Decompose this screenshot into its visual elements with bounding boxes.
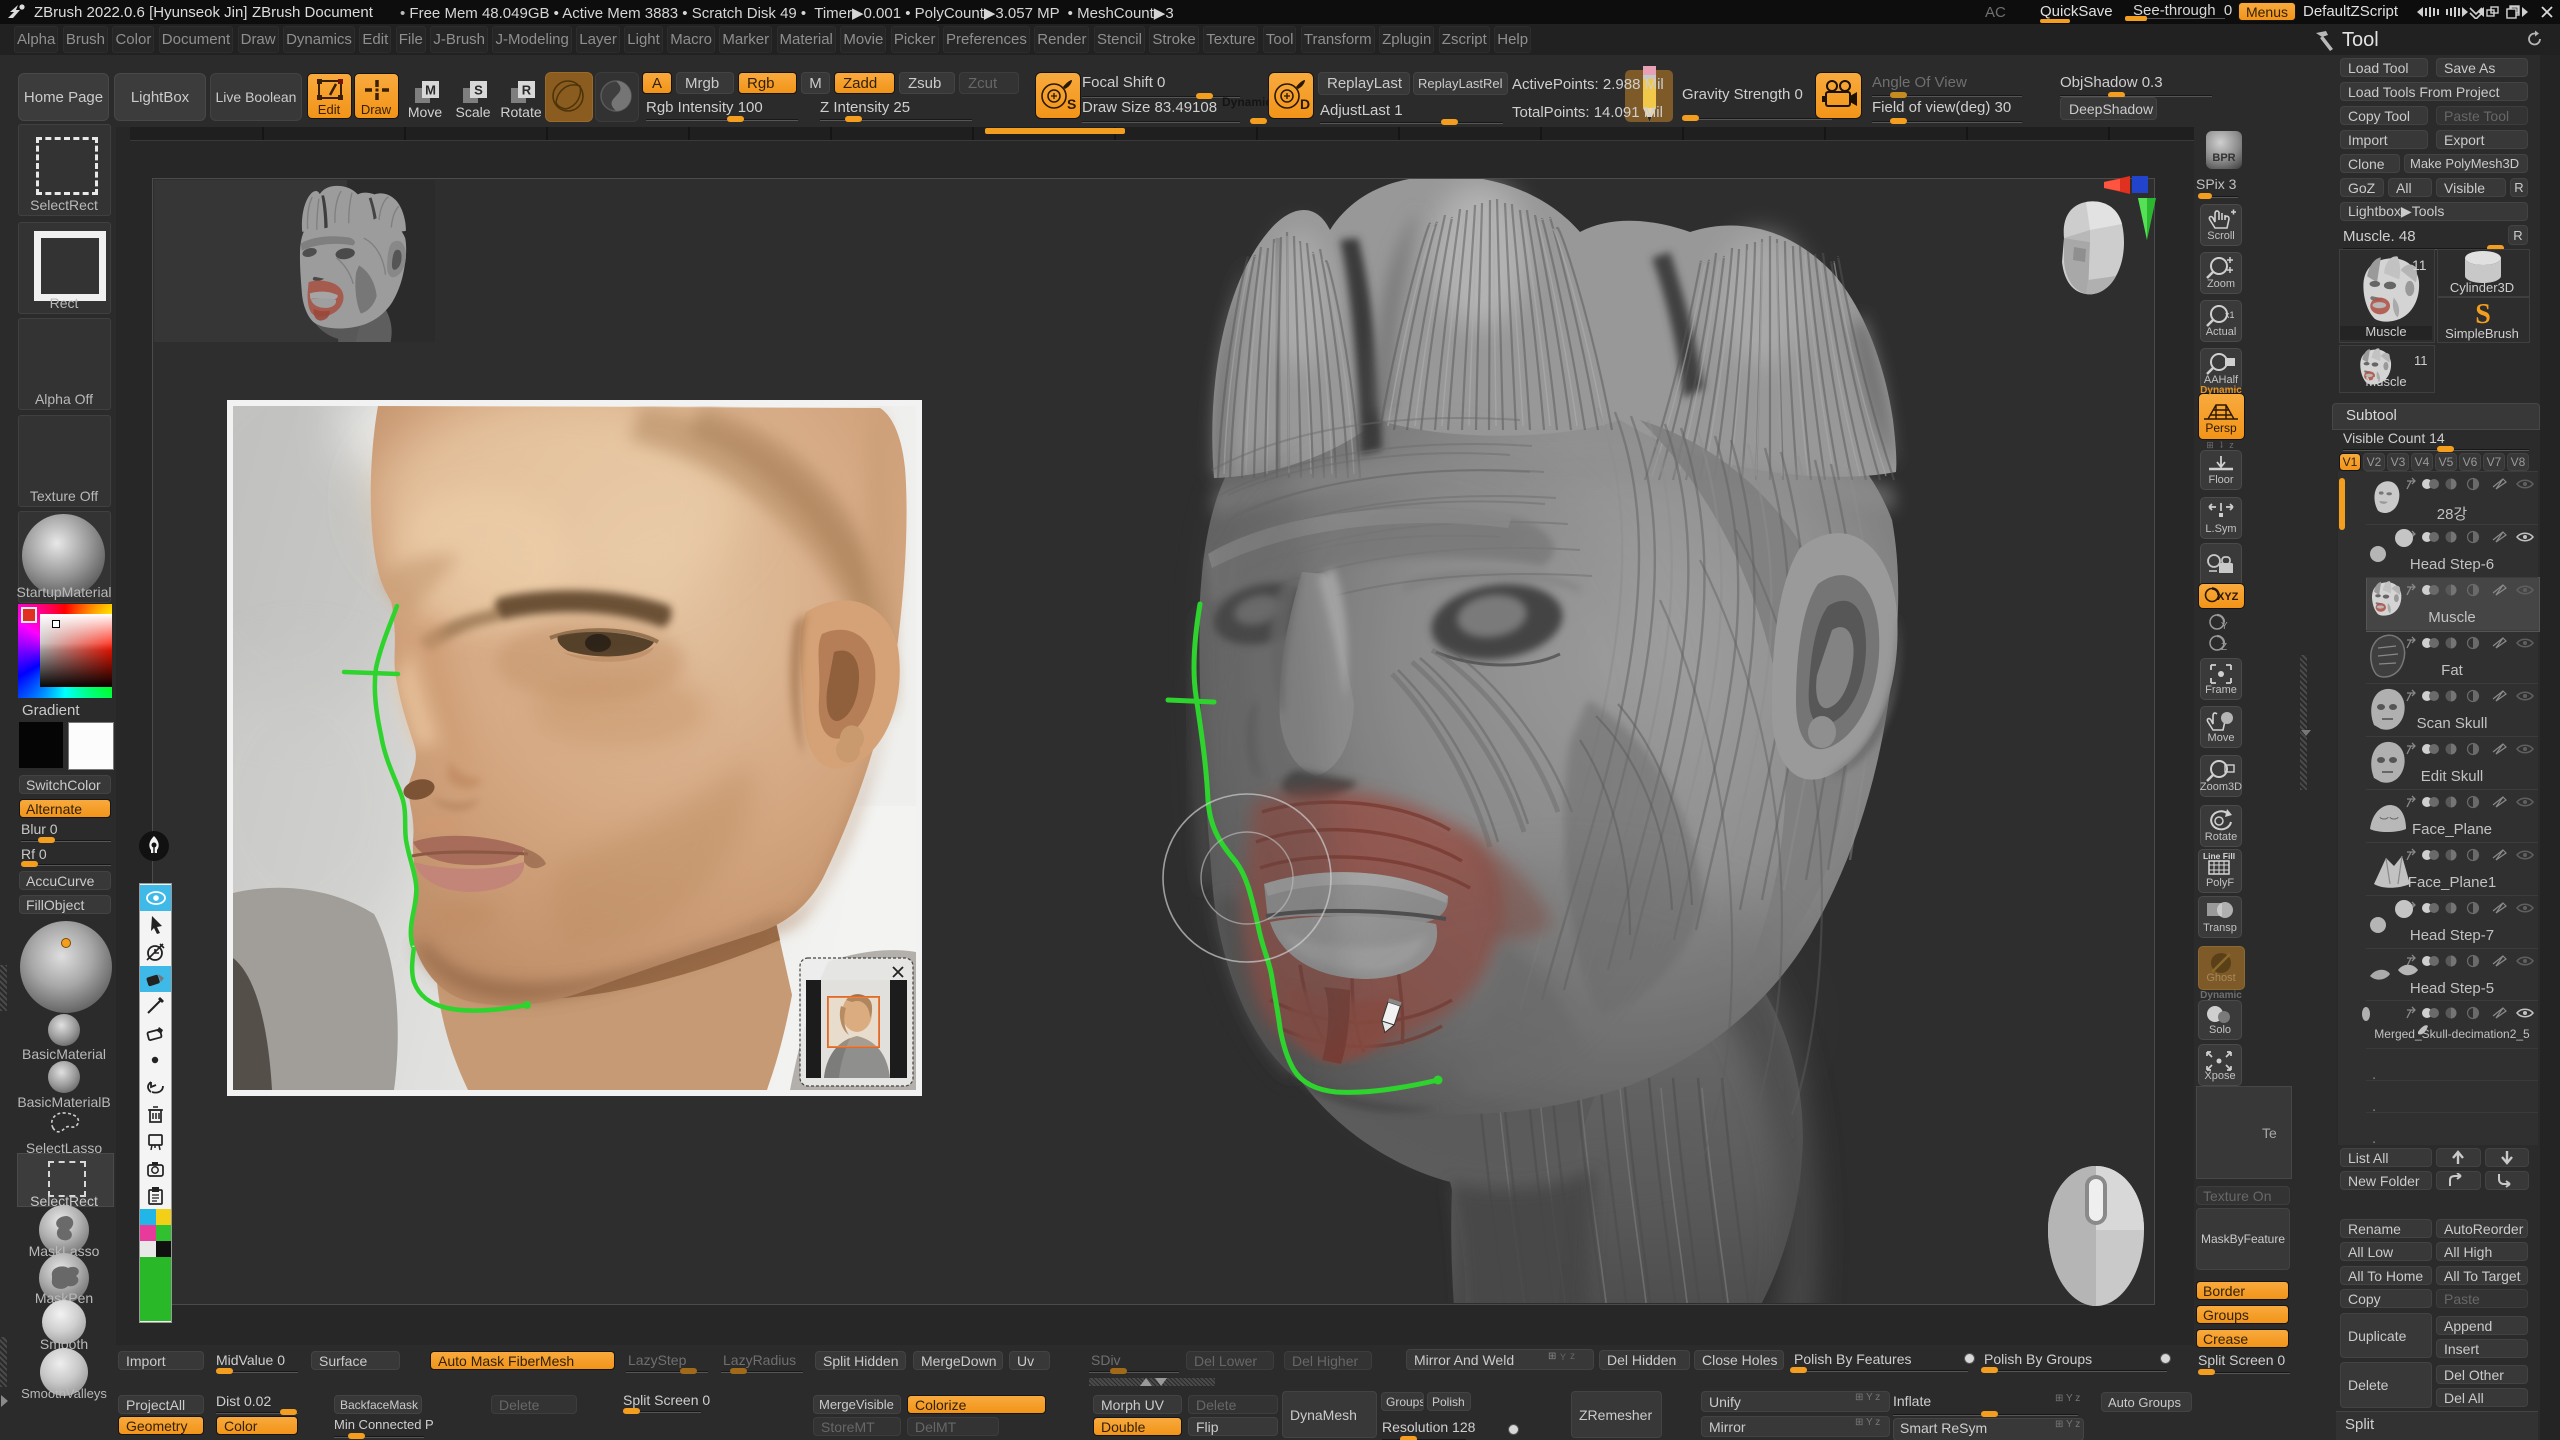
svg-text:x1: x1 [2225, 310, 2235, 320]
svg-text:Y: Y [2221, 621, 2228, 632]
svg-text:Z: Z [2221, 642, 2227, 653]
svg-text:Line Fill: Line Fill [2203, 851, 2235, 861]
svg-text:S: S [2475, 299, 2491, 329]
svg-text:XYZ: XYZ [2217, 591, 2239, 603]
